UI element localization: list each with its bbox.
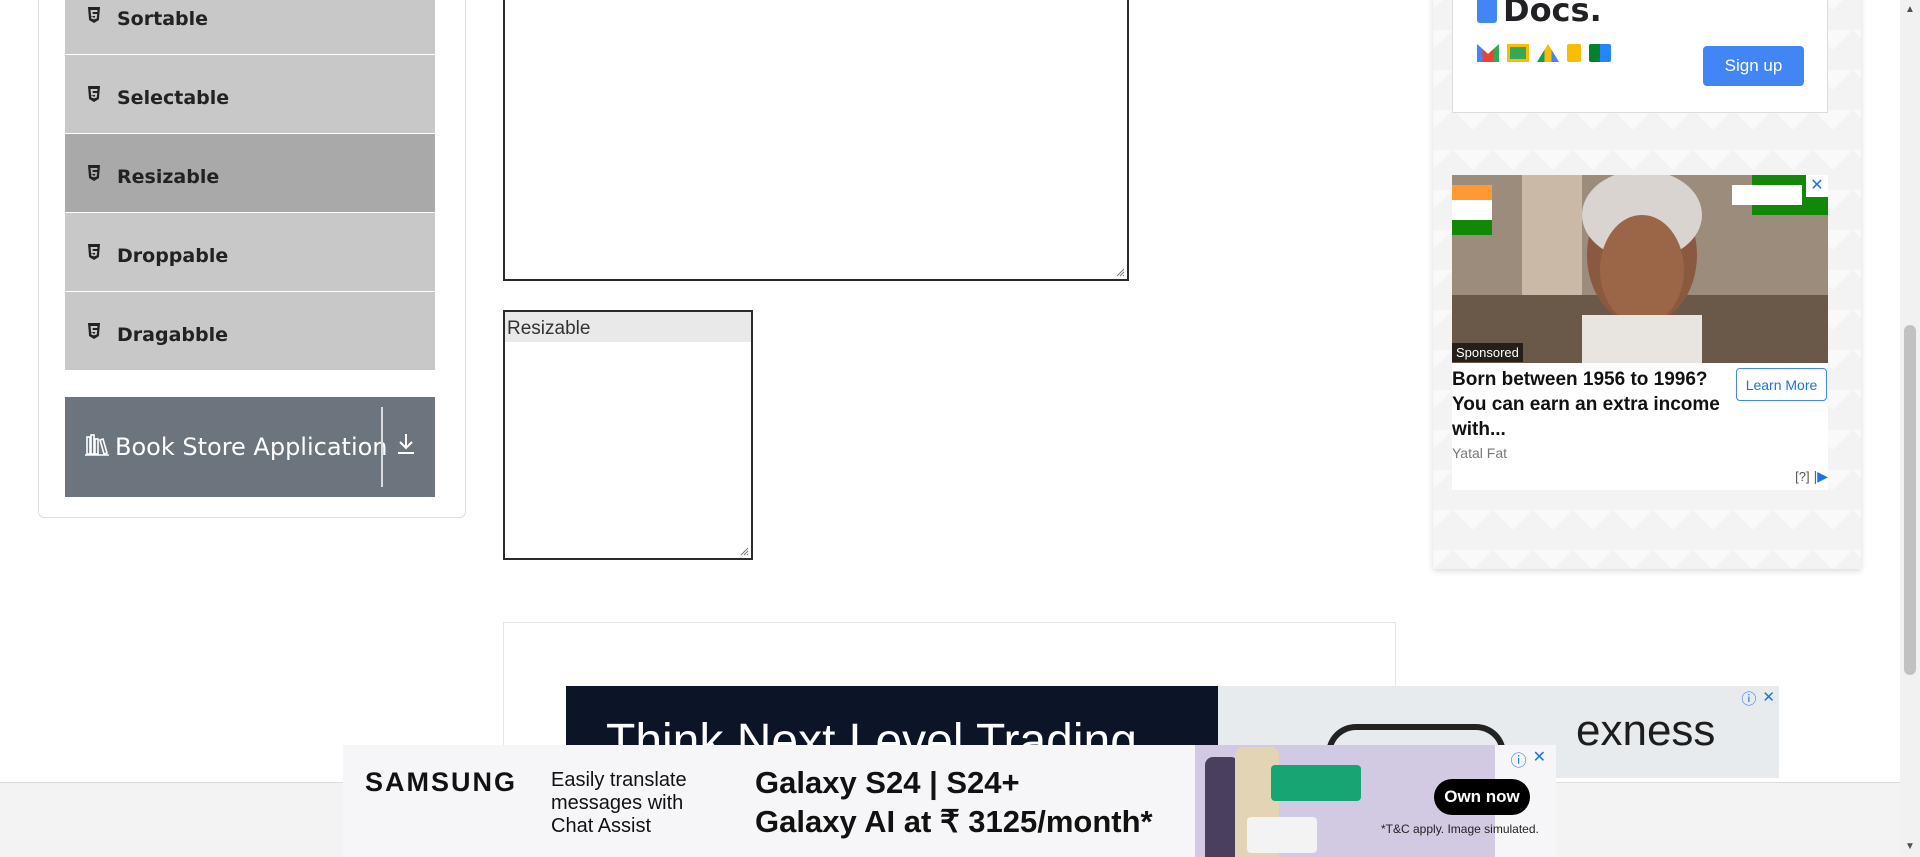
learn-more-button[interactable]: Learn More — [1736, 368, 1827, 401]
adchoices-link[interactable]: [?] |▶ — [1795, 468, 1828, 485]
ad-headline[interactable]: Born between 1956 to 1996? You can earn … — [1452, 367, 1722, 442]
meet-icon — [1589, 44, 1611, 62]
menu-item-label: Sortable — [117, 8, 209, 30]
info-icon[interactable]: ⓘ — [1741, 688, 1756, 709]
ad-controls: ⓘ ✕ — [1741, 688, 1775, 709]
own-now-button[interactable]: Own now — [1434, 779, 1530, 815]
ad-photo-illustration — [1452, 175, 1828, 363]
group-header-book-store[interactable]: Book Store Application — [65, 397, 435, 497]
group-header-label: Book Store Application — [115, 433, 388, 461]
samsung-headline: Galaxy S24 | S24+ — [755, 765, 1020, 800]
book-icon — [85, 433, 109, 461]
docs-ad[interactable]: Docs. Sign up — [1452, 0, 1828, 113]
html5-icon — [83, 83, 105, 105]
scroll-up-arrow-icon[interactable]: ▲ — [1904, 4, 1916, 16]
menu-item-label: Selectable — [117, 87, 230, 109]
scrollbar-thumb[interactable] — [1904, 325, 1916, 675]
docs-brand-label: Docs. — [1503, 0, 1602, 29]
menu-item-selectable[interactable]: Selectable — [65, 55, 435, 134]
drive-icon — [1537, 44, 1559, 62]
ad-photo[interactable]: ✕ Sponsored — [1452, 175, 1828, 363]
samsung-fine-print: *T&C apply. Image simulated. — [1381, 822, 1539, 836]
close-icon[interactable]: ✕ — [1806, 175, 1828, 197]
close-icon[interactable]: ✕ — [1762, 688, 1775, 709]
element-menu-list: Sortable Selectable Resizable Droppable … — [65, 0, 435, 371]
ad-controls: ⓘ ✕ — [1511, 747, 1546, 771]
scroll-down-arrow-icon[interactable]: ▼ — [1904, 841, 1916, 853]
menu-item-sortable[interactable]: Sortable — [65, 0, 435, 55]
group-header-divider — [381, 407, 383, 487]
resize-handle-icon[interactable] — [1116, 268, 1125, 277]
sponsored-tag: Sponsored — [1452, 343, 1523, 362]
signup-button[interactable]: Sign up — [1703, 46, 1804, 86]
samsung-message: Easily translate messages with Chat Assi… — [551, 769, 687, 837]
samsung-logo: SAMSUNG — [365, 767, 518, 797]
adchoices-label: [?] — [1795, 469, 1810, 484]
menu-item-label: Resizable — [117, 166, 220, 188]
adchoices-icon: |▶ — [1813, 468, 1828, 484]
html5-icon — [83, 241, 105, 263]
docs-icon — [1477, 0, 1497, 23]
exness-logo: exness — [1576, 706, 1716, 755]
download-arrow-icon[interactable] — [395, 431, 417, 462]
calendar-icon — [1507, 44, 1529, 62]
resize-handle-icon[interactable] — [740, 547, 749, 556]
resizable-box[interactable]: Resizable — [503, 310, 753, 560]
html5-icon — [83, 4, 105, 26]
html5-icon — [83, 162, 105, 184]
menu-item-dragabble[interactable]: Dragabble — [65, 292, 435, 371]
resizable-box-restricted[interactable] — [503, 0, 1129, 281]
samsung-offer: Galaxy AI at ₹ 3125/month* — [755, 804, 1153, 839]
gmail-icon — [1477, 44, 1499, 62]
vertical-scrollbar[interactable]: ▲ ▼ — [1900, 0, 1920, 857]
menu-item-droppable[interactable]: Droppable — [65, 213, 435, 292]
menu-item-label: Dragabble — [117, 324, 228, 346]
resizable-box-label: Resizable — [505, 312, 751, 342]
google-apps-icons — [1477, 44, 1611, 62]
menu-item-label: Droppable — [117, 245, 229, 267]
html5-icon — [83, 320, 105, 342]
ad-advertiser: Yatal Fat — [1452, 445, 1507, 461]
menu-item-resizable[interactable]: Resizable — [65, 134, 435, 213]
keep-icon — [1567, 44, 1581, 62]
info-icon[interactable]: ⓘ — [1511, 747, 1527, 771]
sponsored-ad[interactable]: ✕ Sponsored Born between 1956 to 1996? Y… — [1452, 175, 1828, 490]
docs-brand: Docs. — [1477, 0, 1602, 29]
samsung-sticky-ad[interactable]: SAMSUNG Easily translate messages with C… — [343, 745, 1556, 857]
close-icon[interactable]: ✕ — [1533, 747, 1546, 771]
